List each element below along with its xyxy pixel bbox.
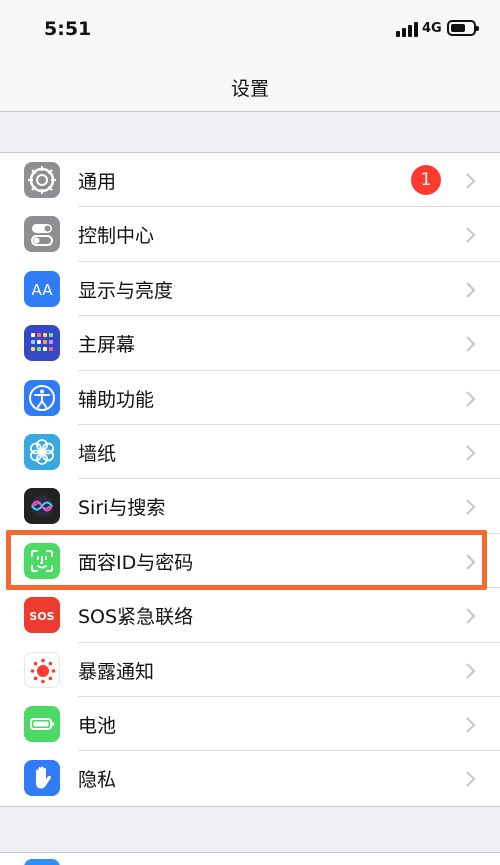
svg-text:AA: AA <box>32 281 54 299</box>
chevron-right-icon <box>466 390 476 407</box>
chevron-right-icon <box>466 608 476 624</box>
flower-icon <box>24 433 60 470</box>
home-grid-icon <box>24 325 60 362</box>
settings-row-display[interactable]: AA 显示与亮度 <box>0 262 500 317</box>
settings-row-exposure-notifications[interactable]: 暴露通知 <box>0 643 500 697</box>
toggles-icon <box>24 216 60 253</box>
chevron-right-icon <box>466 227 476 244</box>
chevron-right-icon <box>466 336 476 352</box>
svg-text:SOS: SOS <box>29 610 54 623</box>
settings-row-label: 主屏幕 <box>78 334 136 357</box>
settings-list: 通用 控制中心 AA 显示与亮度 主屏幕 辅助功能 墙纸 Siri与搜索 面容I… <box>0 152 500 807</box>
cellular-signal-icon <box>396 21 418 37</box>
settings-row-label: 墙纸 <box>78 442 117 465</box>
settings-row-battery[interactable]: 电池 <box>0 697 500 752</box>
chevron-right-icon <box>466 445 476 461</box>
chevron-right-icon <box>466 771 476 788</box>
settings-row-label: 通用 <box>78 171 117 193</box>
chevron-right-icon <box>466 499 476 516</box>
settings-list-next-section <box>0 852 500 865</box>
exposure-icon <box>24 651 60 688</box>
settings-row-label: 显示与亮度 <box>78 279 174 302</box>
settings-row-label: 暴露通知 <box>78 660 155 683</box>
status-time: 5:51 <box>44 18 92 40</box>
chevron-right-icon <box>466 717 476 733</box>
settings-row-privacy[interactable]: 隐私 <box>0 751 500 805</box>
settings-row-emergency-sos[interactable]: SOS SOS紧急联络 <box>0 588 500 643</box>
siri-icon <box>24 488 60 525</box>
chevron-right-icon <box>466 282 476 298</box>
settings-row-siri[interactable]: Siri与搜索 <box>0 479 500 534</box>
page-title: 设置 <box>230 78 269 100</box>
settings-row-label: Siri与搜索 <box>78 497 166 520</box>
settings-row-label: SOS紧急联络 <box>78 606 194 629</box>
notification-badge: 1 <box>411 165 441 195</box>
highlight-box <box>6 530 487 590</box>
status-bar: 5:51 4G <box>0 0 500 62</box>
chevron-right-icon <box>466 173 476 189</box>
settings-row-label: 辅助功能 <box>78 388 155 411</box>
settings-row-label: 电池 <box>78 714 117 737</box>
network-type: 4G <box>422 21 442 36</box>
text-size-icon: AA <box>24 270 60 307</box>
battery-status-icon <box>447 20 479 36</box>
sos-icon: SOS <box>24 597 60 634</box>
settings-row-home-screen[interactable]: 主屏幕 <box>0 316 500 371</box>
settings-row-control-center[interactable]: 控制中心 <box>0 207 500 262</box>
settings-row-label: 控制中心 <box>78 225 155 248</box>
settings-row-accessibility[interactable]: 辅助功能 <box>0 371 500 425</box>
app-store-icon <box>24 859 60 865</box>
battery-icon <box>24 705 60 742</box>
settings-row-label: 隐私 <box>78 769 117 792</box>
chevron-right-icon <box>466 662 476 679</box>
settings-row-wallpaper[interactable]: 墙纸 <box>0 425 500 480</box>
gear-icon <box>24 162 60 198</box>
hand-icon <box>24 760 60 797</box>
accessibility-icon <box>24 379 60 416</box>
navigation-bar: 设置 <box>0 62 500 112</box>
